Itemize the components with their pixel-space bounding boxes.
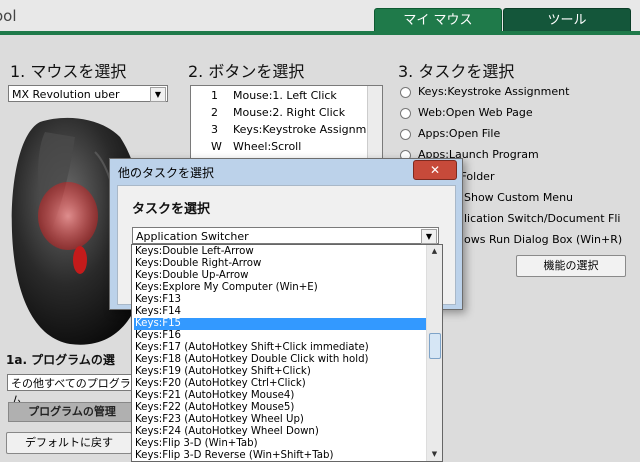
radio-task-app-switch-label: lication Switch/Document Fli xyxy=(464,212,621,225)
radio-task-open-file[interactable]: Apps:Open File xyxy=(400,127,500,140)
task-list-item[interactable]: Keys:F18 (AutoHotkey Double Click with h… xyxy=(134,354,427,366)
scroll-thumb[interactable] xyxy=(429,333,441,359)
task-list-item[interactable]: Keys:F14 xyxy=(134,306,427,318)
task-list-item[interactable]: Keys:Double Right-Arrow xyxy=(134,258,427,270)
mouse-select-value: MX Revolution uber xyxy=(12,88,120,101)
radio-icon xyxy=(400,128,411,140)
task-list-item[interactable]: Keys:F23 (AutoHotkey Wheel Up) xyxy=(134,414,427,426)
task-list-item[interactable]: Keys:Double Up-Arrow xyxy=(134,270,427,282)
radio-task-keystroke[interactable]: Keys:Keystroke Assignment xyxy=(400,85,569,98)
tab-underline xyxy=(0,31,640,35)
task-list-item[interactable]: Keys:F17 (AutoHotkey Shift+Click immedia… xyxy=(134,342,427,354)
task-list-item[interactable]: Keys:F19 (AutoHotkey Shift+Click) xyxy=(134,366,427,378)
select-function-button[interactable]: 機能の選択 xyxy=(516,255,626,277)
dialog-title: 他のタスクを選択 xyxy=(118,166,215,180)
radio-task-run-dialog-label: ows Run Dialog Box (Win+R) xyxy=(464,233,623,246)
app-title: ool xyxy=(0,7,17,25)
task-list-item[interactable]: Keys:F20 (AutoHotkey Ctrl+Click) xyxy=(134,378,427,390)
program-select[interactable]: その他すべてのプログラム xyxy=(7,374,133,407)
chevron-down-icon[interactable]: ▼ xyxy=(421,229,437,244)
button-list[interactable]: 1 Mouse:1. Left Click 2 Mouse:2. Right C… xyxy=(190,85,383,167)
top-bar: ool マイ マウス ツール xyxy=(0,0,640,34)
program-select-heading: 1a. プログラムの選 xyxy=(6,353,115,367)
chevron-down-icon[interactable]: ▼ xyxy=(150,87,166,102)
task-list-item[interactable]: Keys:F15 xyxy=(134,318,427,330)
step-select-mouse-heading: 1. マウスを選択 xyxy=(10,62,127,81)
step-select-task-heading: 3. タスクを選択 xyxy=(398,62,515,81)
radio-icon xyxy=(400,86,411,98)
dialog-titlebar[interactable]: 他のタスクを選択 ✕ xyxy=(110,159,462,185)
dialog-heading: タスクを選択 xyxy=(132,202,211,217)
task-list-item[interactable]: Keys:Flip 3-D Reverse (Win+Shift+Tab) xyxy=(134,450,427,461)
scroll-up-icon[interactable]: ▲ xyxy=(430,247,439,256)
button-list-scrollbar[interactable] xyxy=(367,86,382,166)
task-list-item[interactable]: Keys:Flip 3-D (Win+Tab) xyxy=(134,438,427,450)
task-list-item[interactable]: Keys:F21 (AutoHotkey Mouse4) xyxy=(134,390,427,402)
task-list-item[interactable]: Keys:Double Left-Arrow xyxy=(134,246,427,258)
manage-programs-button[interactable]: プログラムの管理 xyxy=(8,402,136,422)
task-dropdown-list[interactable]: Keys:Double Left-Arrow Keys:Double Right-… xyxy=(131,244,443,462)
task-combo-value: Application Switcher xyxy=(136,230,249,243)
mouse-select[interactable]: MX Revolution uber ▼ xyxy=(8,85,168,102)
task-list-item[interactable]: Keys:Explore My Computer (Win+E) xyxy=(134,282,427,294)
task-list-scrollbar[interactable]: ▲ ▼ xyxy=(426,245,442,461)
scroll-down-icon[interactable]: ▼ xyxy=(430,450,439,459)
task-list-item[interactable]: Keys:F22 (AutoHotkey Mouse5) xyxy=(134,402,427,414)
radio-icon xyxy=(400,107,411,119)
radio-task-custom-menu-label: Show Custom Menu xyxy=(464,191,574,204)
task-list-item[interactable]: Keys:F16 xyxy=(134,330,427,342)
step-select-button-heading: 2. ボタンを選択 xyxy=(188,62,305,81)
radio-task-open-web[interactable]: Web:Open Web Page xyxy=(400,106,533,119)
task-combo[interactable]: Application Switcher ▼ xyxy=(132,227,439,244)
reset-default-button[interactable]: デフォルトに戻す xyxy=(6,432,132,454)
task-list-item[interactable]: Keys:F24 (AutoHotkey Wheel Down) xyxy=(134,426,427,438)
close-icon[interactable]: ✕ xyxy=(413,160,457,180)
task-list-item[interactable]: Keys:F13 xyxy=(134,294,427,306)
